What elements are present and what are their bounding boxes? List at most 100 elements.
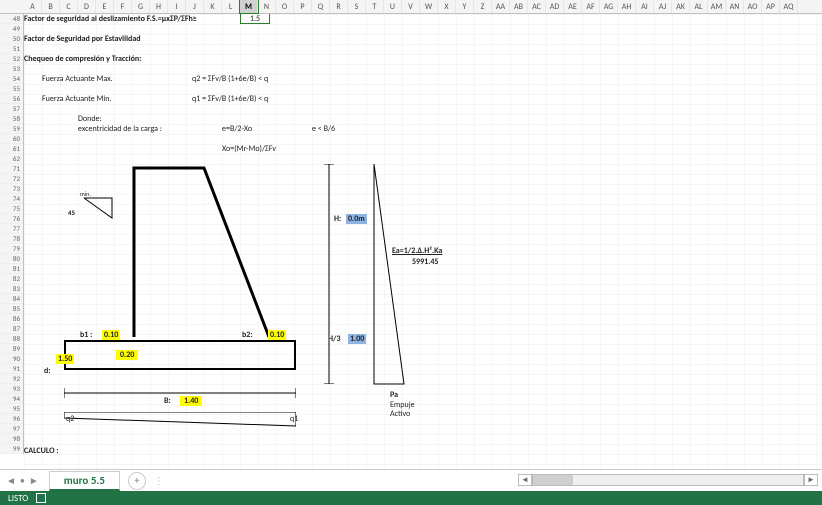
value-d[interactable]: 1.50 bbox=[56, 354, 74, 364]
row-header-61[interactable]: 61 bbox=[0, 144, 23, 154]
col-header-AN[interactable]: AN bbox=[726, 0, 744, 13]
row-header-76[interactable]: 76 bbox=[0, 214, 23, 224]
add-sheet-button[interactable]: + bbox=[128, 472, 146, 490]
col-header-C[interactable]: C bbox=[60, 0, 78, 13]
row-header-99[interactable]: 99 bbox=[0, 444, 23, 454]
col-header-N[interactable]: N bbox=[258, 0, 276, 13]
row-header-80[interactable]: 80 bbox=[0, 254, 23, 264]
col-header-I[interactable]: I bbox=[168, 0, 186, 13]
col-header-U[interactable]: U bbox=[384, 0, 402, 13]
row-header-93[interactable]: 93 bbox=[0, 384, 23, 394]
col-header-AJ[interactable]: AJ bbox=[654, 0, 672, 13]
row-header-92[interactable]: 92 bbox=[0, 374, 23, 384]
col-header-AA[interactable]: AA bbox=[492, 0, 510, 13]
row-header-49[interactable]: 49 bbox=[0, 24, 23, 34]
col-header-J[interactable]: J bbox=[186, 0, 204, 13]
col-header-AL[interactable]: AL bbox=[690, 0, 708, 13]
row-header-73[interactable]: 73 bbox=[0, 184, 23, 194]
col-header-AH[interactable]: AH bbox=[618, 0, 636, 13]
col-header-AG[interactable]: AG bbox=[600, 0, 618, 13]
col-header-K[interactable]: K bbox=[204, 0, 222, 13]
col-header-S[interactable]: S bbox=[348, 0, 366, 13]
row-header-82[interactable]: 82 bbox=[0, 274, 23, 284]
col-header-P[interactable]: P bbox=[294, 0, 312, 13]
row-header-79[interactable]: 79 bbox=[0, 244, 23, 254]
row-header-54[interactable]: 54 bbox=[0, 74, 23, 84]
row-header-74[interactable]: 74 bbox=[0, 194, 23, 204]
col-header-AC[interactable]: AC bbox=[528, 0, 546, 13]
row-header-87[interactable]: 87 bbox=[0, 324, 23, 334]
col-header-F[interactable]: F bbox=[114, 0, 132, 13]
col-header-AK[interactable]: AK bbox=[672, 0, 690, 13]
macro-record-icon[interactable] bbox=[36, 493, 46, 503]
row-header-77[interactable]: 77 bbox=[0, 224, 23, 234]
selected-cell-m48[interactable]: 1.5 bbox=[240, 14, 270, 24]
horizontal-scrollbar[interactable]: ◄ ► bbox=[518, 473, 818, 487]
row-header-62[interactable]: 62 bbox=[0, 154, 23, 164]
row-header-95[interactable]: 95 bbox=[0, 404, 23, 414]
row-headers[interactable]: 4849505152535455565758596061627172737475… bbox=[0, 14, 24, 454]
row-header-94[interactable]: 94 bbox=[0, 394, 23, 404]
col-header-W[interactable]: W bbox=[420, 0, 438, 13]
col-header-M[interactable]: M bbox=[240, 0, 258, 13]
row-header-53[interactable]: 53 bbox=[0, 64, 23, 74]
row-header-52[interactable]: 52 bbox=[0, 54, 23, 64]
row-header-75[interactable]: 75 bbox=[0, 204, 23, 214]
col-header-Z[interactable]: Z bbox=[474, 0, 492, 13]
value-H3[interactable]: 1.00 bbox=[348, 334, 366, 344]
tab-first-icon[interactable]: ◄ bbox=[6, 474, 16, 487]
col-header-AQ[interactable]: AQ bbox=[780, 0, 798, 13]
row-header-91[interactable]: 91 bbox=[0, 364, 23, 374]
col-header-AB[interactable]: AB bbox=[510, 0, 528, 13]
col-header-AO[interactable]: AO bbox=[744, 0, 762, 13]
row-header-57[interactable]: 57 bbox=[0, 104, 23, 114]
cells-canvas[interactable]: Factor de seguridad al deslizamiento F.S… bbox=[24, 14, 822, 477]
row-header-86[interactable]: 86 bbox=[0, 314, 23, 324]
col-header-H[interactable]: H bbox=[150, 0, 168, 13]
value-H[interactable]: 0.0m bbox=[346, 214, 367, 224]
row-header-96[interactable]: 96 bbox=[0, 414, 23, 424]
scroll-right-icon[interactable]: ► bbox=[804, 474, 818, 486]
row-header-84[interactable]: 84 bbox=[0, 294, 23, 304]
row-header-58[interactable]: 58 bbox=[0, 114, 23, 124]
row-header-98[interactable]: 98 bbox=[0, 434, 23, 444]
tab-splitter[interactable]: ⋮ bbox=[154, 474, 166, 487]
col-header-AM[interactable]: AM bbox=[708, 0, 726, 13]
row-header-72[interactable]: 72 bbox=[0, 174, 23, 184]
row-header-59[interactable]: 59 bbox=[0, 124, 23, 134]
row-header-56[interactable]: 56 bbox=[0, 94, 23, 104]
value-B[interactable]: 1.40 bbox=[180, 396, 202, 406]
row-header-78[interactable]: 78 bbox=[0, 234, 23, 244]
scroll-left-icon[interactable]: ◄ bbox=[518, 474, 532, 486]
row-header-81[interactable]: 81 bbox=[0, 264, 23, 274]
col-header-E[interactable]: E bbox=[96, 0, 114, 13]
tab-prev-icon[interactable]: • bbox=[20, 474, 25, 487]
worksheet-area[interactable]: 4849505152535455565758596061627172737475… bbox=[0, 14, 822, 477]
row-header-83[interactable]: 83 bbox=[0, 284, 23, 294]
col-header-D[interactable]: D bbox=[78, 0, 96, 13]
col-header-AI[interactable]: AI bbox=[636, 0, 654, 13]
scroll-thumb[interactable] bbox=[533, 475, 573, 485]
col-header-L[interactable]: L bbox=[222, 0, 240, 13]
col-header-G[interactable]: G bbox=[132, 0, 150, 13]
col-header-B[interactable]: B bbox=[42, 0, 60, 13]
row-header-50[interactable]: 50 bbox=[0, 34, 23, 44]
col-header-AP[interactable]: AP bbox=[762, 0, 780, 13]
col-header-T[interactable]: T bbox=[366, 0, 384, 13]
row-header-90[interactable]: 90 bbox=[0, 354, 23, 364]
column-headers[interactable]: ABCDEFGHIJKLMNOPQRSTUVWXYZAAABACADAEAFAG… bbox=[0, 0, 822, 14]
value-base[interactable]: 0.20 bbox=[116, 350, 138, 360]
col-header-X[interactable]: X bbox=[438, 0, 456, 13]
row-header-55[interactable]: 55 bbox=[0, 84, 23, 94]
row-header-60[interactable]: 60 bbox=[0, 134, 23, 144]
row-header-85[interactable]: 85 bbox=[0, 304, 23, 314]
row-header-88[interactable]: 88 bbox=[0, 334, 23, 344]
col-header-Y[interactable]: Y bbox=[456, 0, 474, 13]
row-header-89[interactable]: 89 bbox=[0, 344, 23, 354]
col-header-O[interactable]: O bbox=[276, 0, 294, 13]
row-header-51[interactable]: 51 bbox=[0, 44, 23, 54]
col-header-R[interactable]: R bbox=[330, 0, 348, 13]
col-header-V[interactable]: V bbox=[402, 0, 420, 13]
tab-next-icon[interactable]: ► bbox=[29, 474, 39, 487]
col-header-AD[interactable]: AD bbox=[546, 0, 564, 13]
